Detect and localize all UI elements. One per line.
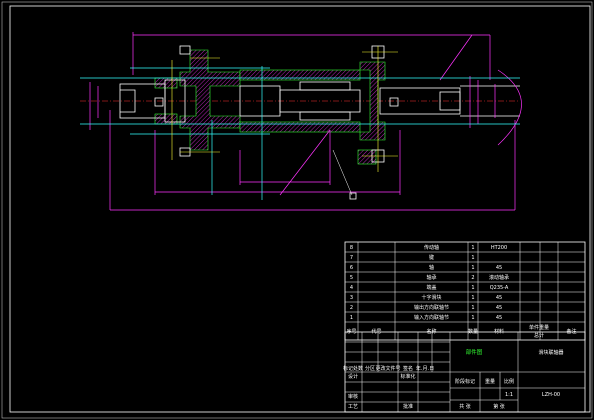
review-label: 审核 [348, 393, 358, 400]
sheets-total: 共 张 [459, 403, 471, 410]
part-qty: 1 [471, 255, 474, 261]
part-no: 7 [350, 255, 353, 261]
header-code: 代号 [371, 328, 381, 335]
revision-cell: 签名 [403, 365, 413, 372]
part-material: Q235-A [490, 285, 509, 291]
left-cap-top [154, 77, 178, 89]
part-material: 45 [496, 265, 502, 271]
revision-cell: 分区 [365, 365, 375, 372]
part-no: 3 [350, 295, 353, 301]
header-unit-weight: 单件重量 [529, 324, 549, 331]
inner-frame [9, 5, 591, 413]
header-total-weight: 总计 [534, 332, 544, 339]
part-material: 45 [496, 305, 502, 311]
barrel-top-wall [239, 69, 361, 81]
barrel-bottom-wall [239, 121, 361, 133]
part-material: HT200 [491, 245, 507, 251]
part-name: 轴 [429, 264, 434, 271]
part-no: 2 [350, 305, 353, 311]
part-qty: 1 [471, 295, 474, 301]
part-material: 45 [496, 295, 502, 301]
standard-label: 标准化 [400, 373, 415, 380]
design-label: 设计 [348, 373, 358, 380]
process-label: 工艺 [348, 404, 358, 410]
part-no: 8 [350, 245, 353, 251]
title-block: 部件图 滑块联轴器 LZH-00 阶段标记 重量 比例 1:1 共 张 第 张 … [343, 331, 586, 413]
left-flange-section [179, 49, 241, 151]
part-material: 45 [496, 315, 502, 321]
revision-cell: 标记处数 [343, 365, 363, 372]
header-material: 材料 [494, 328, 504, 335]
part-qty: 1 [471, 305, 474, 311]
revision-cell: 年.月.日 [416, 365, 434, 372]
header-no: 序号 [346, 328, 356, 335]
scale-value: 1:1 [505, 392, 513, 398]
stage-label: 阶段标记 [455, 378, 475, 385]
scale-label: 比例 [504, 378, 514, 385]
bearing-top [299, 81, 351, 91]
parts-list: 8 传动轴 1 HT200 7 键 1 6 轴 1 45 5 轴承 2 滚动轴承 4 端盖 1 Q235-A 3 十字滑… [344, 241, 586, 341]
part-qty: 1 [471, 315, 474, 321]
part-name: 端盖 [426, 284, 436, 291]
part-no: 6 [350, 265, 353, 271]
part-qty: 1 [471, 265, 474, 271]
assembly-drawing [80, 32, 522, 211]
part-no: 5 [350, 275, 353, 281]
company-name: 滑块联轴器 [538, 349, 563, 356]
header-name: 名称 [426, 328, 436, 335]
part-name: 键 [429, 254, 434, 261]
bearing-bottom [299, 111, 351, 121]
drawing-name: 部件图 [466, 348, 483, 356]
radius-arc [497, 69, 522, 146]
part-qty: 2 [471, 275, 474, 281]
revision-cell: 更改文件号 [375, 365, 400, 372]
part-material: 滚动轴承 [489, 274, 509, 281]
part-no: 1 [350, 315, 353, 321]
sheet-number: 第 张 [493, 403, 505, 410]
part-name: 十字滑块 [421, 294, 441, 301]
part-name: 输出方向联轴节 [414, 304, 449, 311]
drawing-number: LZH-00 [542, 392, 560, 398]
part-name: 传动轴 [424, 244, 439, 251]
part-name: 轴承 [426, 274, 436, 281]
part-qty: 1 [471, 245, 474, 251]
part-qty: 1 [471, 285, 474, 291]
part-no: 4 [350, 285, 353, 291]
weight-label: 重量 [485, 378, 495, 385]
header-qty: 数量 [468, 328, 478, 335]
approve-label: 批准 [403, 403, 413, 410]
header-remark: 备注 [566, 328, 576, 335]
left-cap-bottom [154, 113, 178, 125]
part-name: 输入方向联轴节 [414, 314, 449, 321]
cad-drawing-sheet: 8 传动轴 1 HT200 7 键 1 6 轴 1 45 5 轴承 2 滚动轴承 4 端盖 1 Q235-A 3 十字滑… [1, 1, 593, 419]
